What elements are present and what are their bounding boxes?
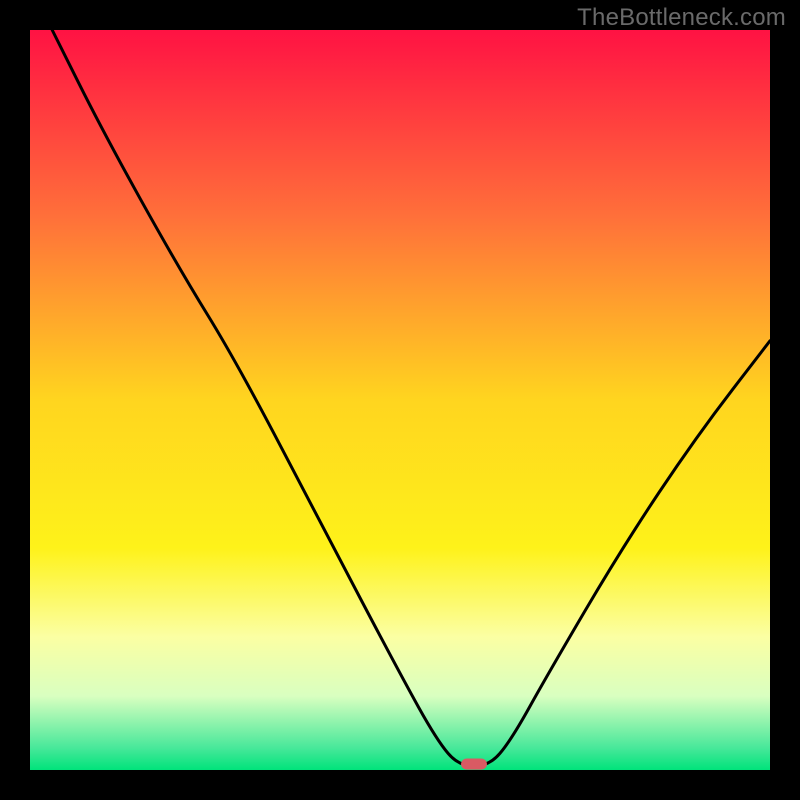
chart-svg — [0, 0, 800, 800]
watermark-text: TheBottleneck.com — [577, 4, 786, 32]
optimal-marker — [461, 759, 487, 770]
plot-background — [30, 30, 770, 770]
bottleneck-chart: TheBottleneck.com — [0, 0, 800, 800]
